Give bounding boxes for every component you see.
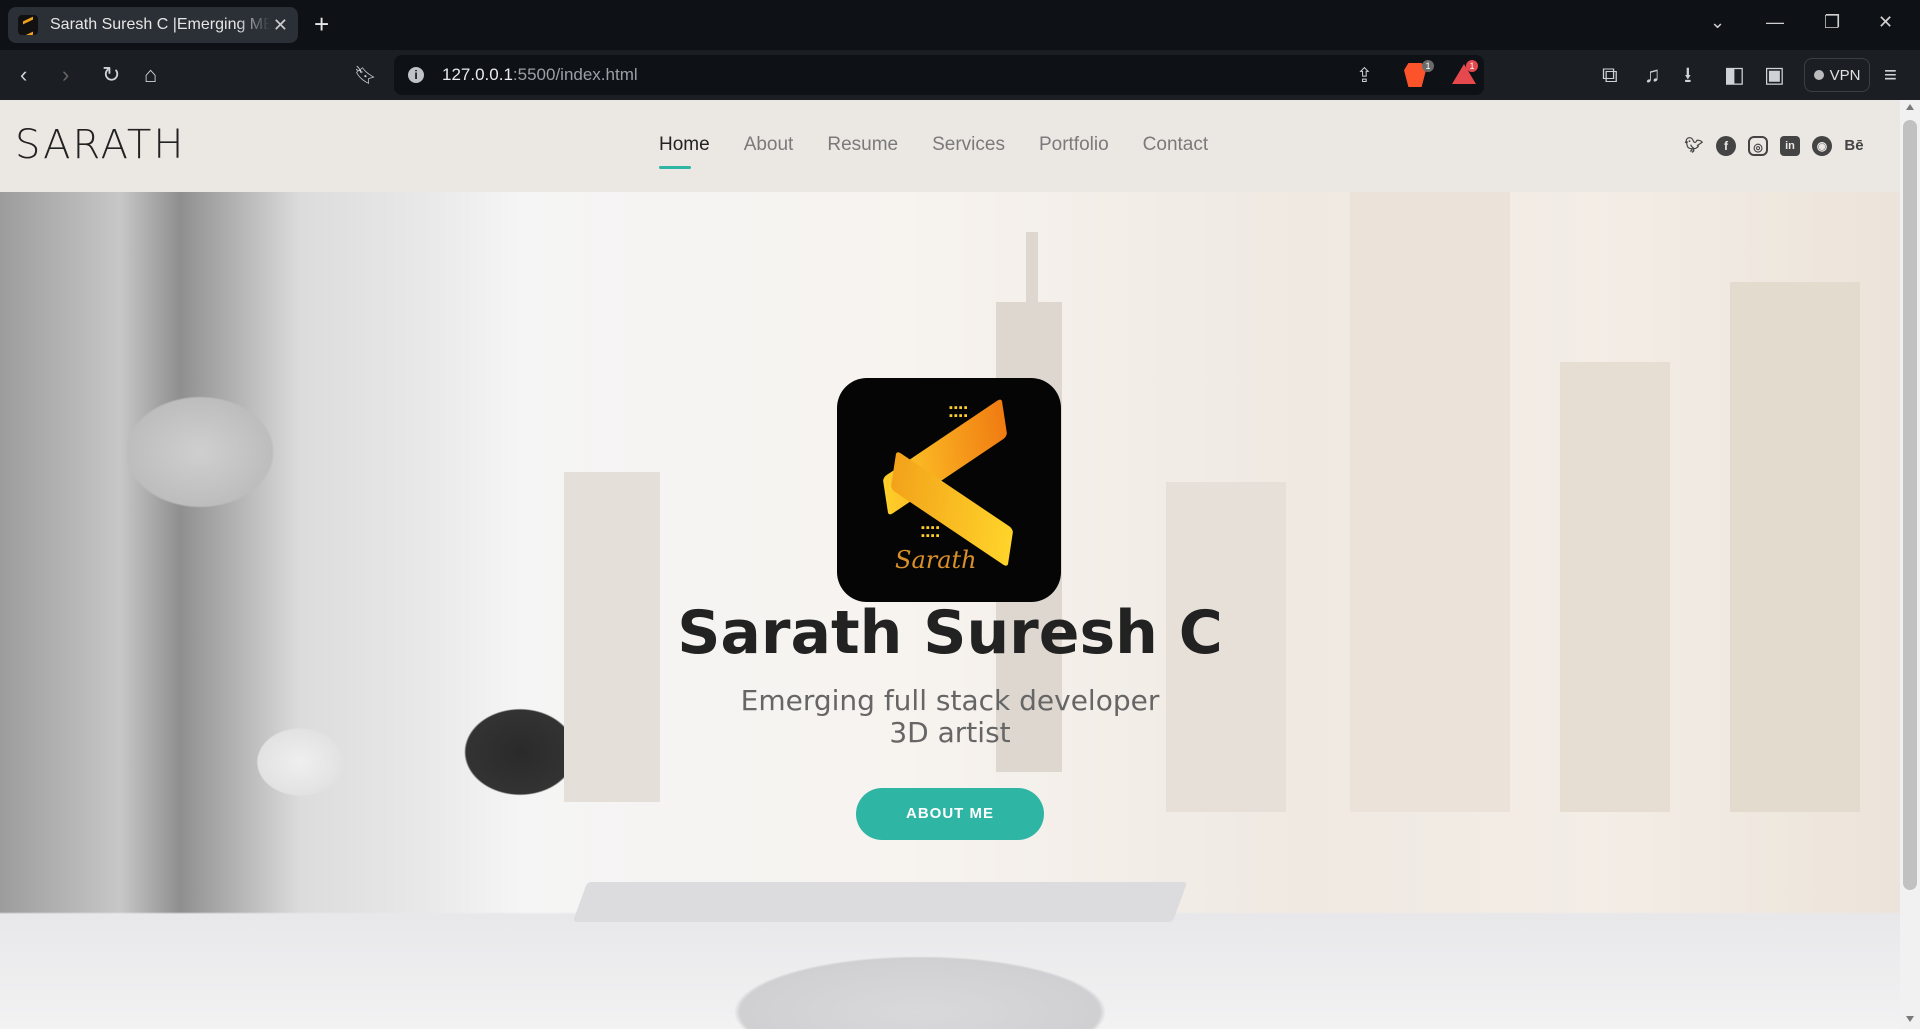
site-favicon-icon (18, 15, 38, 35)
page-scrollbar[interactable] (1900, 100, 1920, 1029)
download-icon[interactable]: ⭳ (1684, 62, 1692, 88)
site-logo[interactable]: SARATH (15, 122, 185, 168)
menu-icon[interactable]: ≡ (1884, 62, 1897, 88)
hero-subtitle-line1: Emerging full stack developer (740, 684, 1160, 717)
twitter-icon[interactable]: 🐦︎ (1684, 136, 1704, 156)
reload-icon[interactable]: ↻ (102, 62, 120, 88)
wallet-icon[interactable]: ▣ (1764, 62, 1785, 88)
back-icon[interactable]: ‹ (20, 62, 27, 88)
hero-subtitle-line2: 3D artist (889, 716, 1011, 749)
address-bar[interactable]: i 127.0.0.1:5500/index.html ⇪ (394, 55, 1484, 95)
tab-close-icon[interactable]: ✕ (273, 15, 288, 36)
web-page: SARATH Home About Resume Services Portfo… (0, 100, 1900, 1029)
restore-icon[interactable]: ❐ (1824, 12, 1840, 33)
site-header: SARATH Home About Resume Services Portfo… (0, 100, 1900, 192)
vpn-label: VPN (1829, 66, 1861, 84)
scrollbar-thumb[interactable] (1903, 120, 1917, 890)
vpn-button[interactable]: VPN (1804, 58, 1870, 92)
main-nav: Home About Resume Services Portfolio Con… (659, 134, 1208, 169)
new-tab-button[interactable]: + (314, 9, 329, 39)
bookmark-icon[interactable]: 🔖︎ (354, 62, 377, 88)
nav-contact[interactable]: Contact (1143, 134, 1208, 156)
sidebar-icon[interactable]: ◧ (1724, 62, 1745, 88)
scroll-down-icon[interactable] (1906, 1016, 1914, 1022)
facebook-icon[interactable]: f (1716, 136, 1736, 156)
github-icon[interactable]: ◉ (1812, 136, 1832, 156)
hero-name: Sarath Suresh C (677, 598, 1223, 668)
social-links: 🐦︎ f ◎ in ◉ Bē (1684, 136, 1864, 156)
logo-signature: Sarath (895, 546, 977, 574)
behance-icon[interactable]: Bē (1844, 136, 1864, 156)
nav-home[interactable]: Home (659, 134, 710, 169)
vpn-status-icon (1813, 70, 1824, 80)
instagram-icon[interactable]: ◎ (1748, 136, 1768, 156)
minimize-icon[interactable]: — (1766, 12, 1784, 33)
profile-logo: ▪▪▪▪ ▪▪▪▪ ▪▪▪▪ ▪▪▪▪ Sarath (837, 378, 1061, 602)
nav-resume[interactable]: Resume (827, 134, 898, 156)
media-icon[interactable]: ♫ (1644, 62, 1661, 88)
nav-about[interactable]: About (744, 134, 794, 156)
tab-title: Sarath Suresh C |Emerging MERN (50, 16, 270, 33)
about-me-button[interactable]: ABOUT ME (856, 788, 1044, 840)
url-text[interactable]: 127.0.0.1:5500/index.html (442, 65, 638, 85)
tab-bar: Sarath Suresh C |Emerging MERN ✕ + ⌄ — ❐… (0, 0, 1920, 50)
home-icon[interactable]: ⌂ (144, 62, 157, 88)
nav-portfolio[interactable]: Portfolio (1039, 134, 1109, 156)
linkedin-icon[interactable]: in (1780, 136, 1800, 156)
rewards-count-badge: 1 (1466, 60, 1478, 72)
tab-list-chevron-icon[interactable]: ⌄ (1710, 12, 1725, 33)
window-close-icon[interactable]: ✕ (1878, 12, 1893, 33)
site-info-icon[interactable]: i (408, 67, 424, 83)
nav-services[interactable]: Services (932, 134, 1005, 156)
share-icon[interactable]: ⇪ (1356, 63, 1373, 89)
forward-icon[interactable]: › (62, 62, 69, 88)
scroll-up-icon[interactable] (1906, 104, 1914, 110)
extensions-icon[interactable]: ⧉ (1602, 62, 1618, 88)
shields-count-badge: 1 (1422, 60, 1434, 72)
browser-tab[interactable]: Sarath Suresh C |Emerging MERN ✕ (8, 7, 298, 43)
